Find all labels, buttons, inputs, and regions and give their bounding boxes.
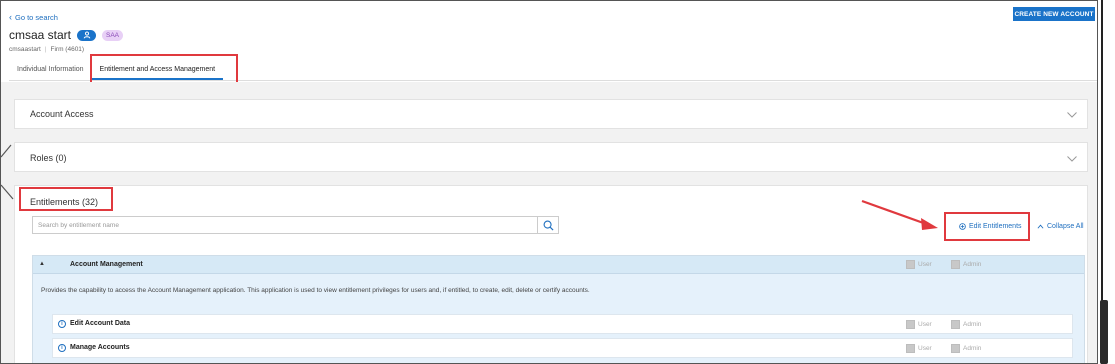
right-scroll-gutter [1098, 0, 1115, 364]
entitlement-search-input[interactable] [33, 217, 538, 233]
meta-divider: | [44, 46, 47, 53]
chevron-down-icon[interactable] [1067, 156, 1077, 162]
user-checkbox[interactable] [906, 260, 915, 269]
roles-panel[interactable]: Roles (0) [14, 142, 1088, 172]
user-name: cmsaa start [9, 28, 72, 42]
app-window: ‹ Go to search CREATE NEW ACCOUNT cmsaa … [0, 0, 1098, 364]
entitlement-row-label: Edit Account Data [70, 320, 131, 327]
tab-individual-information[interactable]: Individual Information [9, 63, 92, 80]
admin-checkbox-label: Admin [963, 345, 982, 352]
left-edge-annotation-line [1, 144, 14, 200]
entitlement-search [32, 216, 559, 234]
user-checkbox[interactable] [906, 320, 915, 329]
entitlement-row-edit-account-data: i Edit Account Data User Admin [52, 314, 1073, 334]
user-name-row: cmsaa start SAA [9, 28, 124, 42]
chevron-down-icon[interactable] [1067, 112, 1077, 118]
entitlement-row-label: Manage Accounts [70, 344, 130, 351]
user-checkbox[interactable] [906, 344, 915, 353]
firm-text: Firm (4601) [50, 46, 85, 53]
account-management-title: Account Management [70, 261, 143, 268]
user-checkbox-group[interactable]: User [906, 344, 932, 353]
info-icon[interactable]: i [58, 344, 66, 352]
go-to-search-link[interactable]: ‹ Go to search [9, 12, 58, 22]
info-icon[interactable]: i [58, 320, 66, 328]
account-management-description: Provides the capability to access the Ac… [41, 287, 590, 294]
caret-up-icon[interactable]: ▲ [39, 261, 45, 267]
search-icon [543, 220, 554, 231]
scrollbar-thumb[interactable] [1100, 300, 1108, 364]
go-to-search-label: Go to search [15, 12, 58, 22]
admin-checkbox-group[interactable]: Admin [951, 344, 981, 353]
user-checkbox-label: User [918, 261, 932, 268]
red-arrow-annotation [861, 199, 938, 230]
admin-checkbox-group[interactable]: Admin [951, 260, 981, 269]
account-access-title: Account Access [30, 109, 94, 119]
account-access-panel[interactable]: Account Access [14, 99, 1088, 129]
user-checkbox-group[interactable]: User [906, 320, 932, 329]
user-checkbox-group[interactable]: User [906, 260, 932, 269]
edit-highlight-annotation [944, 212, 1030, 241]
saa-badge: SAA [102, 29, 124, 41]
create-new-account-button[interactable]: CREATE NEW ACCOUNT [1013, 7, 1095, 21]
roles-title: Roles (0) [30, 153, 67, 163]
chevron-up-icon [1037, 224, 1044, 229]
chevron-left-icon: ‹ [9, 12, 12, 22]
collapse-all-button[interactable]: Collapse All [1037, 223, 1084, 230]
username-text: cmsaastart [9, 46, 41, 53]
user-meta: cmsaastart | Firm (4601) [9, 46, 84, 53]
admin-checkbox[interactable] [951, 344, 960, 353]
admin-checkbox-label: Admin [963, 261, 982, 268]
entitlements-highlight-annotation [19, 187, 113, 211]
collapse-all-label: Collapse All [1047, 223, 1084, 230]
admin-checkbox-label: Admin [963, 321, 982, 328]
user-checkbox-label: User [918, 321, 932, 328]
admin-checkbox[interactable] [951, 320, 960, 329]
search-button[interactable] [537, 217, 558, 233]
account-management-section: ▲ Account Management User Admin Provides… [32, 255, 1085, 363]
person-icon [77, 29, 97, 41]
user-checkbox-label: User [918, 345, 932, 352]
entitlement-row-manage-accounts: i Manage Accounts User Admin [52, 338, 1073, 358]
admin-checkbox-group[interactable]: Admin [951, 320, 981, 329]
account-management-header[interactable]: ▲ Account Management User Admin [33, 256, 1084, 274]
admin-checkbox[interactable] [951, 260, 960, 269]
